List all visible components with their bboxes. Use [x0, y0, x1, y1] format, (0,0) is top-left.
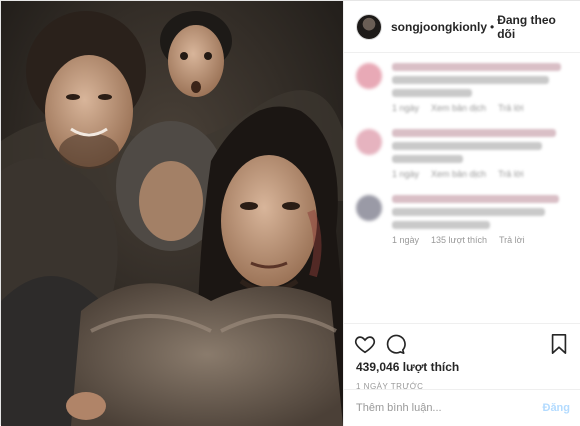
comment-time: 1 ngày: [392, 103, 420, 113]
blurred-comment-text: [392, 155, 464, 163]
username-link[interactable]: songjoongkionly: [391, 20, 487, 34]
reply-link[interactable]: Trả lời: [498, 169, 524, 179]
instagram-post: songjoongkionly • Đang theo dõi 1 ngày X…: [0, 0, 580, 426]
post-actions: 439,046 lượt thích 1 NGÀY TRƯỚC: [344, 323, 580, 391]
comment-time: 1 ngày: [392, 235, 420, 245]
comment-avatar[interactable]: [356, 195, 382, 221]
comment-meta: 1 ngày Xem bản dịch Trả lời: [392, 103, 570, 113]
selfie-image: [1, 1, 343, 426]
list-item: 1 ngày Xem bản dịch Trả lời: [356, 129, 570, 179]
blurred-comment-text: [392, 195, 560, 203]
like-count[interactable]: 439,046 lượt thích: [354, 360, 570, 374]
list-item: 1 ngày 135 lượt thích Trả lời: [356, 195, 570, 245]
post-comment-button[interactable]: Đăng: [543, 402, 571, 414]
heart-icon[interactable]: [354, 333, 376, 355]
post-photo[interactable]: [1, 1, 343, 426]
comment-icon[interactable]: [384, 333, 406, 355]
blurred-comment-text: [392, 129, 556, 137]
blurred-comment-text: [392, 76, 549, 84]
comment-avatar[interactable]: [356, 63, 382, 89]
post-side-panel: songjoongkionly • Đang theo dõi 1 ngày X…: [343, 1, 580, 426]
translate-link[interactable]: Xem bản dịch: [431, 103, 486, 113]
header-separator: •: [490, 19, 495, 34]
blurred-comment-text: [392, 63, 562, 71]
add-comment-bar: Đăng: [344, 389, 580, 426]
following-button[interactable]: Đang theo dõi: [497, 13, 569, 41]
comment-list[interactable]: 1 ngày Xem bản dịch Trả lời 1 ngày Xem b…: [344, 53, 580, 323]
avatar[interactable]: [356, 13, 382, 40]
reply-link[interactable]: Trả lời: [498, 103, 524, 113]
post-header: songjoongkionly • Đang theo dõi: [344, 1, 580, 53]
blurred-comment-text: [392, 208, 546, 216]
comment-meta: 1 ngày Xem bản dịch Trả lời: [392, 169, 570, 179]
translate-link[interactable]: Xem bản dịch: [431, 169, 486, 179]
blurred-comment-text: [392, 221, 490, 229]
bookmark-icon[interactable]: [548, 333, 570, 355]
blurred-comment-text: [392, 142, 542, 150]
comment-time: 1 ngày: [392, 169, 420, 179]
comment-like-count[interactable]: 135 lượt thích: [431, 235, 487, 245]
list-item: 1 ngày Xem bản dịch Trả lời: [356, 63, 570, 113]
comment-meta: 1 ngày 135 lượt thích Trả lời: [392, 235, 570, 245]
comment-avatar[interactable]: [356, 129, 382, 155]
comment-input[interactable]: [356, 402, 543, 414]
blurred-comment-text: [392, 89, 473, 97]
reply-link[interactable]: Trả lời: [499, 235, 525, 245]
